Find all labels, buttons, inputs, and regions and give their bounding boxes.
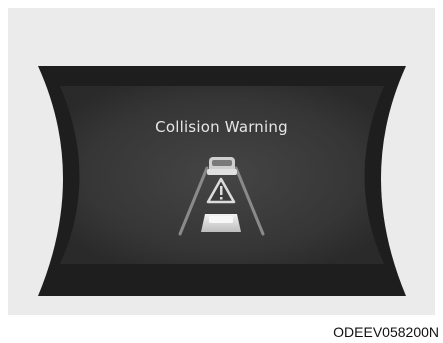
collision-warning-message: Collision Warning	[155, 118, 288, 136]
front-vehicle	[207, 157, 237, 175]
figure-reference-code: ODEEV058200N	[333, 324, 439, 340]
instrument-cluster-display	[38, 66, 406, 296]
own-vehicle	[201, 214, 241, 232]
